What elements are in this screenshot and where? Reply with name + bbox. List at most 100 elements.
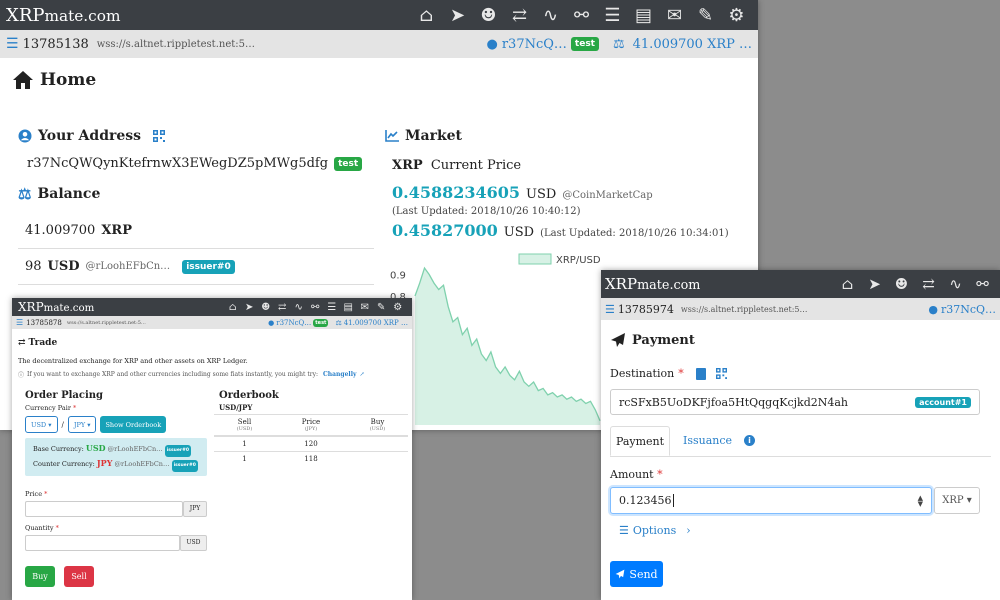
ledger-icon: ☰ — [605, 302, 615, 316]
orderbook-cell-price: 120 — [275, 435, 347, 452]
ledger-index: 13785878 — [26, 318, 62, 327]
chart-icon[interactable]: ∿ — [942, 270, 969, 298]
page-title: ⇄ Trade — [18, 338, 57, 348]
account-info[interactable]: ● r37NcQ… — [928, 303, 996, 316]
qrcode-icon[interactable] — [715, 368, 727, 379]
status-bar: ☰ 13785974 wss://s.altnet.rippletest.net… — [601, 298, 1000, 320]
brand-logo[interactable]: XRPmate.com — [6, 5, 120, 26]
wrench-icon[interactable]: ✎ — [373, 298, 390, 316]
base-currency-select[interactable]: USD ▾ — [25, 416, 58, 433]
send-icon[interactable]: ➤ — [241, 298, 258, 316]
sell-button[interactable]: Sell — [64, 566, 94, 587]
exchange-icon[interactable]: ⇄ — [504, 0, 535, 30]
brand-logo[interactable]: XRPmate.com — [18, 300, 94, 314]
amount-input[interactable]: 0.123456 ▲ ▼ — [610, 487, 932, 514]
send-button[interactable]: Send — [610, 561, 663, 587]
address-book-icon[interactable]: ▤ — [340, 298, 357, 316]
amount-currency-select[interactable]: XRP ▾ — [934, 487, 980, 514]
home-icon[interactable]: ⌂ — [834, 270, 861, 298]
address-row: r37NcQWQynKtefrnwX3EWegDZ5pMWg5dfg test — [27, 156, 374, 171]
brand-logo[interactable]: XRPmate.com — [605, 275, 700, 293]
price-primary-updated: (Last Updated: 2018/10/26 10:40:12) — [392, 206, 581, 217]
quantity-label: Quantity * — [25, 524, 59, 532]
nav-icons: ⌂ ➤ ☻ ⇄ ∿ ⚯ ☰ ▤ ✉ ✎ ⚙ — [225, 298, 407, 316]
buy-button[interactable]: Buy — [25, 566, 55, 587]
order-buttons: Buy Sell — [25, 566, 207, 587]
legend-label: XRP/USD — [556, 255, 601, 266]
list-icon[interactable]: ☰ — [597, 0, 628, 30]
account-info[interactable]: ● r37NcQ… test ⚖ 41.009700 XRP … — [268, 318, 408, 327]
send-label: Send — [629, 567, 658, 581]
gear-icon[interactable]: ⚙ — [721, 0, 752, 30]
options-toggle[interactable]: ☰ Options › — [619, 524, 691, 537]
market-label: Current Price — [430, 158, 522, 173]
counter-currency-select[interactable]: JPY ▾ — [67, 416, 97, 433]
spinner-icon[interactable]: ▲ ▼ — [918, 494, 923, 507]
address-book-icon[interactable] — [695, 367, 706, 380]
comments-icon[interactable]: ✉ — [659, 0, 690, 30]
account-short[interactable]: r37NcQ… — [941, 303, 996, 316]
chevron-right-icon: › — [686, 524, 691, 537]
orderbook-row[interactable]: 1 118 — [214, 451, 408, 466]
server-url: wss://s.altnet.rippletest.net:5… — [680, 304, 808, 314]
handshake-icon[interactable]: ⚯ — [307, 298, 324, 316]
account-info[interactable]: ● r37NcQ… test ⚖ 41.009700 XRP … — [486, 37, 752, 52]
destination-input[interactable]: rcSFxB5UoDKFjfoa5HtQqgqKcjkd2N4ah accoun… — [610, 389, 980, 415]
ledger-icon: ☰ — [6, 36, 19, 52]
user-icon: ● — [268, 318, 275, 327]
gear-icon[interactable]: ⚙ — [390, 298, 407, 316]
changelly-link[interactable]: Changelly — [323, 371, 356, 378]
tab-issuance[interactable]: Issuance — [683, 426, 732, 456]
info-circle-icon[interactable]: i — [744, 435, 755, 446]
brand-name-bold: XRP — [18, 300, 44, 314]
price-row-1: 0.4588234605 USD @CoinMarketCap — [392, 183, 755, 202]
account-short[interactable]: r37NcQ… — [276, 319, 311, 327]
balance-summary[interactable]: 41.009700 XRP … — [633, 37, 752, 52]
orderbook-row[interactable]: 1 120 — [214, 435, 408, 452]
current-price-label: XRP Current Price — [392, 158, 755, 173]
comments-icon[interactable]: ✉ — [357, 298, 374, 316]
account-short[interactable]: r37NcQ… — [502, 37, 567, 52]
home-icon[interactable]: ⌂ — [225, 298, 242, 316]
exchange-icon: ⇄ — [18, 338, 26, 348]
exchange-icon[interactable]: ⇄ — [915, 270, 942, 298]
info-icon: ⓘ — [18, 372, 25, 379]
wrench-icon[interactable]: ✎ — [690, 0, 721, 30]
balance-amount: 41.009700 — [25, 223, 96, 238]
user-lock-icon[interactable]: ☻ — [888, 270, 915, 298]
home-icon[interactable]: ⌂ — [411, 0, 442, 30]
exchange-icon[interactable]: ⇄ — [274, 298, 291, 316]
destination-value: rcSFxB5UoDKFjfoa5HtQqgqKcjkd2N4ah — [619, 395, 849, 409]
balance-currency: USD — [47, 259, 80, 274]
address-book-icon[interactable]: ▤ — [628, 0, 659, 30]
send-icon[interactable]: ➤ — [861, 270, 888, 298]
orderbook-pair: USD/JPY — [219, 403, 253, 412]
orderbook-header-row: Sell (USD) Price (JPY) Buy (USD) — [214, 414, 408, 437]
user-lock-icon[interactable]: ☻ — [258, 298, 275, 316]
show-orderbook-button[interactable]: Show Orderbook — [100, 416, 167, 433]
market-heading: Market — [385, 128, 755, 144]
quantity-input[interactable] — [25, 535, 180, 551]
price-area — [415, 268, 600, 425]
nav-icons: ⌂ ➤ ☻ ⇄ ∿ ⚯ ☰ ▤ ✉ ✎ ⚙ — [411, 0, 752, 30]
qrcode-icon[interactable] — [153, 130, 166, 142]
tab-payment[interactable]: Payment — [610, 426, 670, 456]
price-primary-currency: USD — [526, 187, 557, 202]
balance-row: 98 USD @rLoohEFbCn… issuer#0 — [18, 249, 374, 285]
chart-icon[interactable]: ∿ — [535, 0, 566, 30]
pair-label: Currency Pair * — [25, 404, 77, 412]
counter-currency-line: Counter Currency: JPY @rLoohEFbCn… issue… — [33, 457, 199, 472]
home-icon — [12, 70, 34, 90]
price-input[interactable] — [25, 501, 183, 517]
handshake-icon[interactable]: ⚯ — [969, 270, 996, 298]
chart-icon[interactable]: ∿ — [291, 298, 308, 316]
pair-info-box: Base Currency: USD @rLoohEFbCn… issuer#0… — [25, 438, 207, 476]
top-navbar: XRPmate.com ⌂ ➤ ☻ ⇄ ∿ ⚯ ☰ ▤ ✉ ✎ ⚙ — [12, 298, 412, 316]
balance-summary[interactable]: 41.009700 XRP … — [344, 319, 408, 327]
trade-info-text: If you want to exchange XRP and other cu… — [27, 371, 319, 378]
user-lock-icon[interactable]: ☻ — [473, 0, 504, 30]
list-icon[interactable]: ☰ — [324, 298, 341, 316]
send-icon[interactable]: ➤ — [442, 0, 473, 30]
handshake-icon[interactable]: ⚯ — [566, 0, 597, 30]
balance-row: 41.009700 XRP — [18, 213, 374, 249]
